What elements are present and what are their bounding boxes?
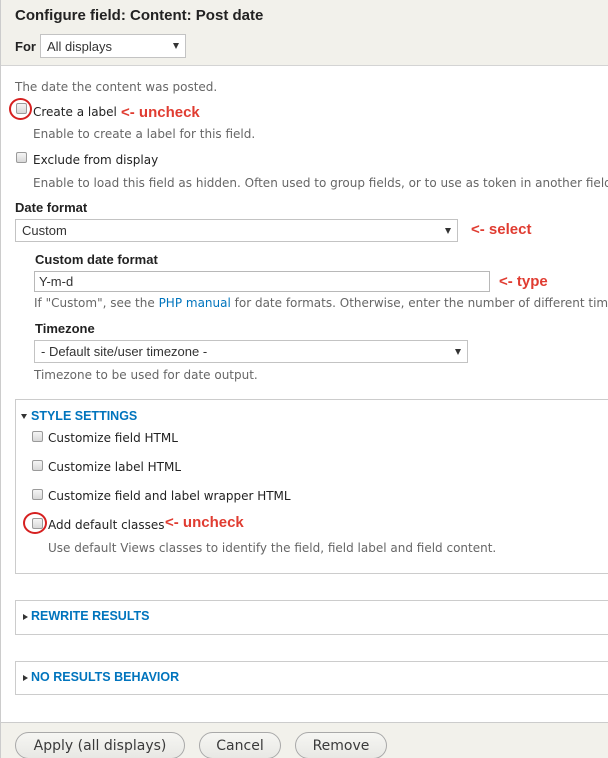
custom-date-format-value: Y-m-d <box>39 274 74 289</box>
timezone-heading: Timezone <box>35 321 95 336</box>
add-default-classes-label[interactable]: Add default classes <box>48 518 165 532</box>
customize-label-html-checkbox[interactable] <box>32 460 43 471</box>
exclude-display-checkbox[interactable] <box>16 152 27 163</box>
collapse-triangle-icon <box>21 414 27 419</box>
expand-triangle-icon <box>23 675 28 681</box>
dropdown-arrow-icon <box>173 43 179 49</box>
php-manual-link[interactable]: PHP manual <box>159 296 231 310</box>
dialog-footer: Apply (all displays) Cancel Remove <box>1 722 608 758</box>
add-default-classes-description: Use default Views classes to identify th… <box>48 541 497 555</box>
custom-date-format-heading: Custom date format <box>35 252 158 267</box>
customize-field-html-label[interactable]: Customize field HTML <box>48 431 178 445</box>
description-text: for date formats. Otherwise, enter the n… <box>234 296 608 310</box>
annotation-type: <- type <box>499 273 548 290</box>
customize-wrapper-html-label[interactable]: Customize field and label wrapper HTML <box>48 489 291 503</box>
configure-field-dialog: Configure field: Content: Post date For … <box>0 0 608 758</box>
custom-date-format-input[interactable]: Y-m-d <box>34 271 490 292</box>
field-description: The date the content was posted. <box>15 80 218 94</box>
customize-wrapper-html-checkbox[interactable] <box>32 489 43 500</box>
annotation-uncheck-default-classes: <- uncheck <box>165 514 244 531</box>
annotation-circle <box>23 512 47 534</box>
date-format-select[interactable]: Custom <box>15 219 458 242</box>
for-label: For <box>15 39 36 54</box>
for-display-select[interactable]: All displays <box>40 34 186 58</box>
annotation-circle <box>9 98 32 120</box>
create-label-description: Enable to create a label for this field. <box>33 127 256 141</box>
remove-button[interactable]: Remove <box>295 732 387 758</box>
exclude-display-label[interactable]: Exclude from display <box>33 153 158 167</box>
custom-date-format-description: If "Custom", see the PHP manual for date… <box>34 296 608 310</box>
create-label-label[interactable]: Create a label <box>33 105 117 119</box>
exclude-display-description: Enable to load this field as hidden. Oft… <box>33 176 608 190</box>
apply-button[interactable]: Apply (all displays) <box>15 732 185 758</box>
timezone-description: Timezone to be used for date output. <box>34 368 258 382</box>
description-text: If "Custom", see the <box>34 296 159 310</box>
for-display-value: All displays <box>47 38 113 54</box>
date-format-heading: Date format <box>15 200 88 215</box>
cancel-button[interactable]: Cancel <box>199 732 281 758</box>
timezone-select[interactable]: - Default site/user timezone - <box>34 340 468 363</box>
no-results-toggle[interactable]: NO RESULTS BEHAVIOR <box>31 670 179 684</box>
expand-triangle-icon <box>23 614 28 620</box>
dropdown-arrow-icon <box>455 348 461 355</box>
dialog-header: Configure field: Content: Post date For … <box>1 0 608 66</box>
annotation-uncheck-create-label: <- uncheck <box>121 104 200 121</box>
rewrite-results-toggle[interactable]: REWRITE RESULTS <box>31 609 150 623</box>
date-format-value: Custom <box>22 223 67 238</box>
annotation-select: <- select <box>471 221 532 238</box>
dialog-title: Configure field: Content: Post date <box>15 7 264 24</box>
customize-field-html-checkbox[interactable] <box>32 431 43 442</box>
dropdown-arrow-icon <box>445 227 451 234</box>
style-settings-toggle[interactable]: STYLE SETTINGS <box>31 409 137 423</box>
timezone-value: - Default site/user timezone - <box>41 344 208 359</box>
customize-label-html-label[interactable]: Customize label HTML <box>48 460 181 474</box>
